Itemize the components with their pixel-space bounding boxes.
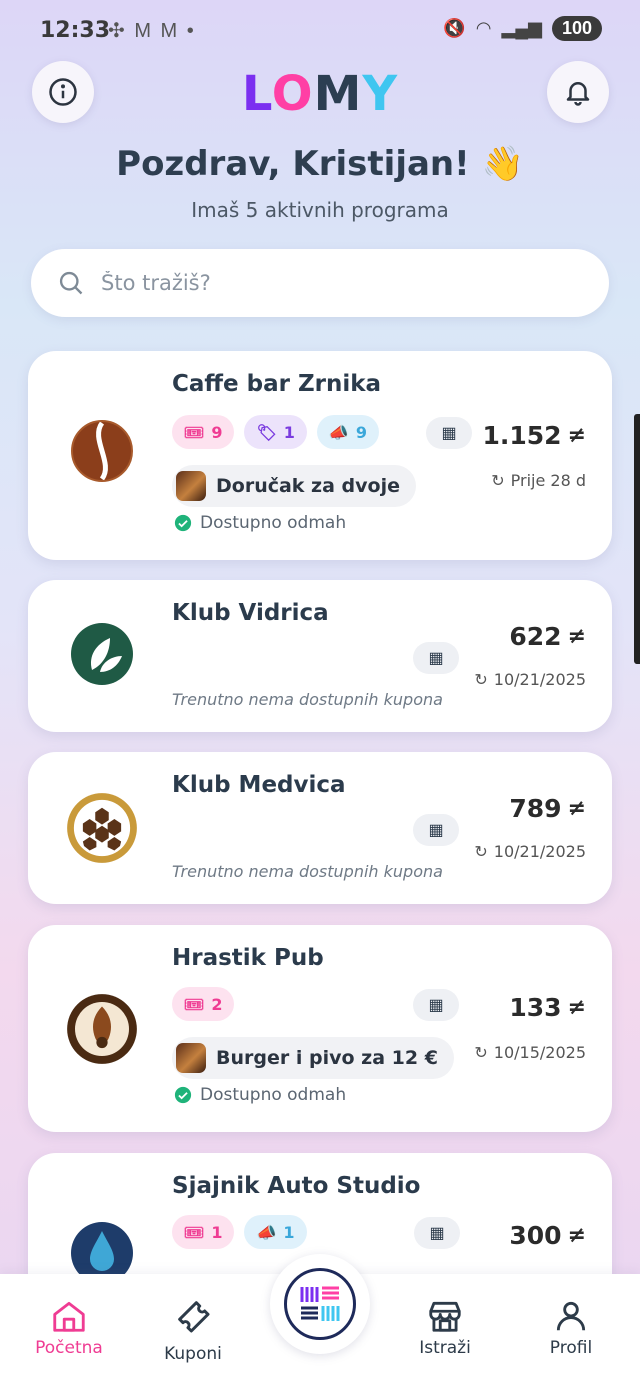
ticket-icon (178, 1301, 210, 1333)
tags-badge: 🏷 1 (244, 415, 307, 449)
stamps-badge: 🎟 2 (172, 987, 235, 1021)
points-balance: 622 ≠ (509, 622, 586, 651)
points-balance: 133 ≠ (509, 993, 586, 1022)
ticket-icon: 🎟 (184, 994, 205, 1014)
wave-emoji: 👋 (481, 144, 524, 184)
program-card-klub-vidrica[interactable]: Klub Vidrica ▦ 622 ≠ ↻ 10/21/2025 Trenutno… (28, 580, 612, 732)
qr-icon: ▦ (428, 822, 444, 839)
qr-icon: ▦ (429, 1225, 445, 1242)
qr-button[interactable]: ▦ (413, 814, 459, 846)
points-currency-icon: ≠ (567, 1223, 586, 1248)
program-card-hrastik-pub[interactable]: Hrastik Pub 🎟 2 ▦ 133 ≠ ↻ 10/15/2025 Burger… (28, 925, 612, 1132)
availability-status: Dostupno odmah (174, 513, 346, 533)
stamps-badge: 🎟 1 (172, 1215, 235, 1249)
no-coupons-message: Trenutno nema dostupnih kupona (172, 690, 443, 709)
signal-icon: ▂▄▆ (501, 18, 542, 38)
badge-row: 🎟 9 🏷 1 📣 9 (172, 415, 379, 449)
points-currency-icon: ≠ (567, 624, 586, 649)
refresh-icon: ↻ (491, 471, 505, 490)
availability-status: Dostupno odmah (174, 1085, 346, 1105)
leaves-logo (71, 623, 133, 685)
user-icon (556, 1301, 586, 1331)
coupon-chip[interactable]: Doručak za dvoje (172, 465, 416, 507)
mute-icon: 🔇 (443, 18, 466, 38)
card-title: Klub Vidrica (172, 600, 329, 626)
app-logo: LOMY (241, 66, 399, 122)
check-circle-icon (174, 1086, 192, 1104)
card-title: Sjajnik Auto Studio (172, 1173, 421, 1199)
nav-coupons[interactable]: Kuponi (138, 1274, 248, 1364)
active-programs-count: Imaš 5 aktivnih programa (191, 198, 449, 222)
notification-icons: ✣ M M • (108, 20, 196, 42)
points-currency-icon: ≠ (567, 995, 586, 1020)
ticket-icon: 🎟 (184, 1222, 205, 1242)
bell-icon (566, 82, 590, 106)
center-logo-ring (284, 1268, 356, 1340)
search-input[interactable] (101, 271, 561, 295)
status-bar: 12:33 ✣ M M • 🔇 ◠ ▂▄▆ 100 (0, 0, 640, 62)
last-activity: ↻ 10/21/2025 (474, 842, 586, 861)
last-activity: ↻ 10/15/2025 (474, 1043, 586, 1062)
card-title: Klub Medvica (172, 772, 346, 798)
card-title: Caffe bar Zrnika (172, 371, 382, 397)
qr-icon: ▦ (428, 997, 444, 1014)
last-activity: ↻ 10/21/2025 (474, 670, 586, 689)
points-balance: 300 ≠ (509, 1221, 586, 1250)
tag-icon: 🏷 (256, 422, 277, 442)
no-coupons-message: Trenutno nema dostupnih kupona (172, 862, 443, 881)
last-activity: ↻ Prije 28 d (491, 471, 586, 490)
coupon-chip[interactable]: Burger i pivo za 12 € (172, 1037, 454, 1079)
status-time: 12:33 (40, 18, 111, 43)
refresh-icon: ↻ (474, 842, 488, 861)
greeting: Pozdrav, Kristijan! 👋 (116, 144, 524, 184)
badge-row: 🎟 2 (172, 987, 235, 1021)
nav-explore[interactable]: Istraži (390, 1274, 500, 1358)
edge-handle[interactable] (634, 414, 640, 664)
stamps-badge: 🎟 9 (172, 415, 235, 449)
points-balance: 1.152 ≠ (482, 421, 586, 450)
battery-indicator: 100 (551, 16, 602, 41)
qr-icon: ▦ (441, 425, 457, 442)
promo-badge: 📣 1 (244, 1215, 307, 1249)
check-circle-icon (174, 514, 192, 532)
refresh-icon: ↻ (474, 1043, 488, 1062)
refresh-icon: ↻ (474, 670, 488, 689)
search-icon (59, 271, 83, 295)
store-icon (429, 1301, 461, 1332)
points-balance: 789 ≠ (509, 794, 586, 823)
search-bar[interactable] (31, 249, 609, 317)
qr-button[interactable]: ▦ (414, 1217, 460, 1249)
ticket-icon: 🎟 (184, 422, 205, 442)
wifi-icon: ◠ (475, 18, 492, 38)
program-card-caffe-bar-zrnika[interactable]: Caffe bar Zrnika 🎟 9 🏷 1 📣 9 ▦ 1.152 ≠ ↻ Prij… (28, 351, 612, 560)
card-title: Hrastik Pub (172, 945, 324, 971)
lomy-grid-icon (300, 1286, 340, 1321)
qr-button[interactable]: ▦ (413, 642, 459, 674)
status-right: 🔇 ◠ ▂▄▆ 100 (443, 16, 602, 41)
coupon-thumbnail (176, 1043, 206, 1073)
promo-badge: 📣 9 (316, 415, 379, 449)
nav-profile[interactable]: Profil (516, 1274, 626, 1358)
megaphone-icon: 📣 (328, 422, 349, 442)
center-scan-button[interactable] (270, 1254, 370, 1354)
nav-home[interactable]: Početna (14, 1274, 124, 1358)
oak-leaf-logo (67, 994, 137, 1064)
qr-button[interactable]: ▦ (413, 989, 459, 1021)
notifications-button[interactable] (547, 61, 609, 123)
coffee-bean-logo (71, 420, 133, 482)
program-card-klub-medvica[interactable]: Klub Medvica ▦ 789 ≠ ↻ 10/21/2025 Trenutno… (28, 752, 612, 904)
home-icon (53, 1301, 85, 1332)
points-currency-icon: ≠ (567, 423, 586, 448)
coupon-thumbnail (176, 471, 206, 501)
qr-icon: ▦ (428, 650, 444, 667)
honeycomb-logo (67, 793, 137, 863)
badge-row: 🎟 1 📣 1 (172, 1215, 307, 1249)
points-currency-icon: ≠ (567, 796, 586, 821)
megaphone-icon: 📣 (256, 1222, 277, 1242)
qr-button[interactable]: ▦ (426, 417, 472, 449)
